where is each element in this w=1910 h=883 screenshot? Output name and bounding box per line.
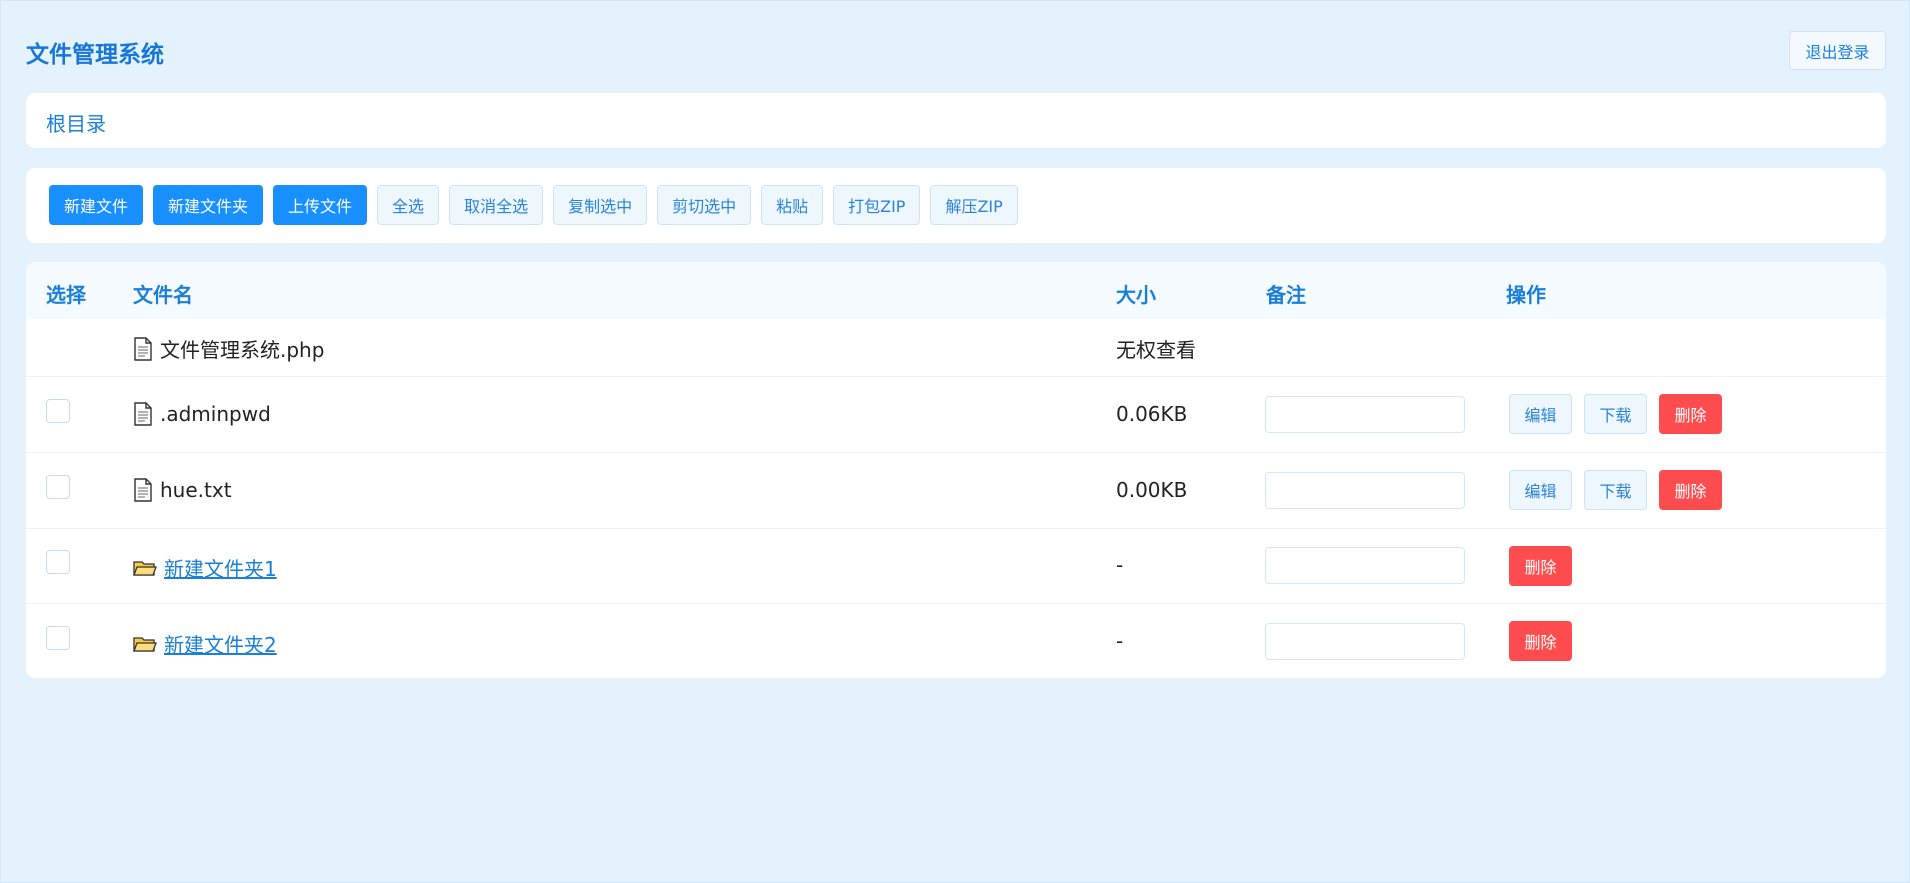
row-checkbox[interactable]	[46, 399, 70, 423]
new-folder-button[interactable]: 新建文件夹	[153, 185, 264, 225]
paste-button[interactable]: 粘贴	[761, 185, 824, 225]
file-name: 文件管理系统.php	[160, 338, 325, 362]
file-manager-page: 文件管理系统 退出登录 根目录 新建文件 新建文件夹 上传文件 全选 取消全选 …	[0, 0, 1910, 883]
column-header-size: 大小	[1116, 283, 1156, 307]
row-checkbox[interactable]	[46, 550, 70, 574]
upload-file-button[interactable]: 上传文件	[273, 185, 368, 225]
file-name: hue.txt	[160, 478, 232, 502]
column-header-name: 文件名	[133, 283, 193, 307]
file-table: 选择 文件名 大小 备注 操作 文件管理系统.php 无权查看 .adminpw…	[26, 262, 1886, 678]
toolbar-buttons: 新建文件 新建文件夹 上传文件 全选 取消全选 复制选中 剪切选中 粘贴 打包Z…	[49, 185, 1018, 225]
row-checkbox[interactable]	[46, 475, 70, 499]
select-all-button[interactable]: 全选	[377, 185, 440, 225]
file-name-cell: hue.txt	[133, 478, 232, 502]
unzip-button[interactable]: 解压ZIP	[930, 185, 1018, 225]
delete-button[interactable]: 删除	[1509, 546, 1572, 586]
folder-name-cell: 新建文件夹1	[133, 553, 277, 582]
breadcrumb-root-link[interactable]: 根目录	[46, 108, 106, 137]
download-button[interactable]: 下载	[1584, 394, 1647, 434]
note-input[interactable]	[1265, 547, 1465, 584]
folder-icon	[133, 634, 157, 654]
deselect-all-button[interactable]: 取消全选	[449, 185, 544, 225]
file-size: 无权查看	[1116, 338, 1196, 362]
table-row: 文件管理系统.php 无权查看	[26, 319, 1886, 376]
table-row: 新建文件夹2 - 删除	[26, 603, 1886, 678]
table-header: 选择 文件名 大小 备注 操作	[26, 262, 1886, 319]
file-name-cell: 文件管理系统.php	[133, 334, 324, 363]
folder-link[interactable]: 新建文件夹1	[164, 553, 277, 582]
file-size: 0.00KB	[1116, 478, 1188, 502]
delete-button[interactable]: 删除	[1659, 470, 1722, 510]
note-input[interactable]	[1265, 472, 1465, 509]
folder-link[interactable]: 新建文件夹2	[164, 629, 277, 658]
file-size: 0.06KB	[1116, 402, 1188, 426]
logout-button[interactable]: 退出登录	[1789, 31, 1886, 70]
table-row: 新建文件夹1 - 删除	[26, 528, 1886, 603]
new-file-button[interactable]: 新建文件	[49, 185, 144, 225]
download-button[interactable]: 下载	[1584, 470, 1647, 510]
note-input[interactable]	[1265, 396, 1465, 433]
copy-selected-button[interactable]: 复制选中	[553, 185, 648, 225]
edit-button[interactable]: 编辑	[1509, 470, 1572, 510]
note-input[interactable]	[1265, 623, 1465, 660]
file-icon	[133, 402, 153, 426]
folder-name-cell: 新建文件夹2	[133, 629, 277, 658]
table-row: hue.txt 0.00KB 编辑 下载 删除	[26, 452, 1886, 528]
file-size: -	[1116, 553, 1124, 577]
edit-button[interactable]: 编辑	[1509, 394, 1572, 434]
column-header-actions: 操作	[1506, 283, 1546, 307]
column-header-note: 备注	[1266, 283, 1306, 307]
file-name: .adminpwd	[160, 402, 271, 426]
file-name-cell: .adminpwd	[133, 402, 271, 426]
row-checkbox[interactable]	[46, 626, 70, 650]
table-row: .adminpwd 0.06KB 编辑 下载 删除	[26, 376, 1886, 452]
cut-selected-button[interactable]: 剪切选中	[657, 185, 752, 225]
column-header-select: 选择	[46, 283, 86, 307]
file-icon	[133, 336, 153, 361]
file-icon	[133, 478, 153, 502]
app-title: 文件管理系统	[26, 42, 164, 68]
file-size: -	[1116, 629, 1124, 653]
header: 文件管理系统 退出登录	[26, 31, 1886, 71]
toolbar: 新建文件 新建文件夹 上传文件 全选 取消全选 复制选中 剪切选中 粘贴 打包Z…	[26, 168, 1886, 243]
delete-button[interactable]: 删除	[1659, 394, 1722, 434]
zip-button[interactable]: 打包ZIP	[833, 185, 921, 225]
breadcrumb: 根目录	[26, 93, 1886, 148]
delete-button[interactable]: 删除	[1509, 621, 1572, 661]
folder-icon	[133, 558, 157, 578]
